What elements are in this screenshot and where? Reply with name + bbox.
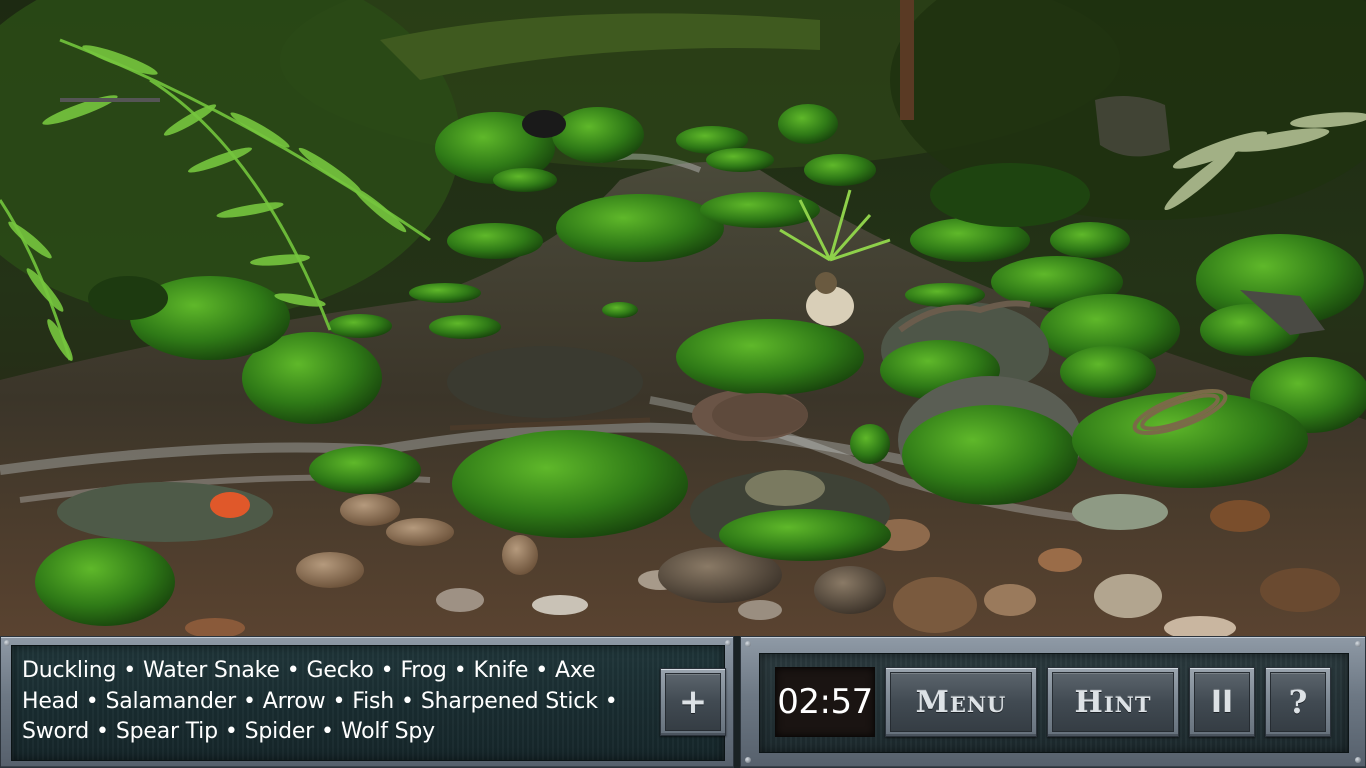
item-separator: • (242, 688, 256, 714)
hint-button[interactable]: Hint (1047, 667, 1179, 737)
item-to-find: Knife (473, 658, 529, 683)
bottom-hud: Duckling • Water Snake • Gecko • Frog • Knife • Ax… (0, 636, 1366, 768)
help-button[interactable]: ? (1265, 667, 1331, 737)
plus-icon: + (665, 673, 721, 731)
item-to-find: Fish (352, 688, 395, 714)
rivet-icon (745, 757, 751, 763)
pause-icon: II (1194, 672, 1250, 732)
item-separator: • (332, 688, 346, 714)
controls-panel: 02:57 Menu Hint II ? (740, 636, 1366, 768)
rivet-icon (4, 640, 10, 646)
item-to-find: Spear Tip (115, 719, 218, 744)
item-separator: • (123, 658, 137, 683)
item-separator: • (286, 658, 300, 683)
item-list-line: Duckling • Water Snake • Gecko • Frog • Knife • Ax… (22, 656, 622, 687)
item-list-line: Sword • Spear Tip • Spider • Wolf Spy (22, 717, 622, 748)
item-to-find: Salamander (105, 688, 237, 714)
item-to-find: Frog (400, 658, 447, 683)
item-separator: • (604, 688, 618, 714)
rivet-icon (725, 640, 731, 646)
item-to-find: Axe (555, 658, 596, 683)
item-list-line: Head • Salamander • Arrow • Fish • Sharpened Sti… (22, 687, 622, 718)
item-separator: • (321, 719, 334, 744)
item-separator: • (453, 658, 467, 683)
item-to-find: Water Snake (143, 658, 280, 683)
menu-label: Menu (890, 672, 1032, 732)
rivet-icon (1355, 641, 1361, 647)
item-to-find: Head (22, 688, 79, 714)
hint-label: Hint (1052, 672, 1174, 732)
item-to-find: Arrow (262, 688, 326, 714)
item-separator: • (535, 658, 549, 683)
question-icon: ? (1270, 672, 1326, 732)
item-to-find: Sharpened Stick (420, 688, 598, 714)
item-to-find: Wolf Spy (340, 719, 435, 744)
rivet-icon (1355, 757, 1361, 763)
item-list-panel: Duckling • Water Snake • Gecko • Frog • Knife • Ax… (0, 636, 734, 768)
item-separator: • (85, 688, 99, 714)
pause-button[interactable]: II (1189, 667, 1255, 737)
menu-button[interactable]: Menu (885, 667, 1037, 737)
timer-display: 02:57 (775, 667, 875, 737)
rivet-icon (745, 641, 751, 647)
item-to-find: Gecko (306, 658, 374, 683)
hidden-object-scene[interactable] (0, 0, 1366, 636)
item-separator: • (96, 719, 109, 744)
item-to-find: Duckling (22, 658, 117, 683)
item-to-find: Sword (22, 719, 90, 744)
item-separator: • (401, 688, 414, 714)
item-list-inner: Duckling • Water Snake • Gecko • Frog • Knife • Ax… (11, 645, 726, 761)
item-separator: • (224, 719, 238, 744)
expand-list-button[interactable]: + (660, 668, 726, 736)
items-to-find-list: Duckling • Water Snake • Gecko • Frog • Knife • Ax… (22, 656, 622, 748)
item-to-find: Spider (244, 719, 315, 744)
item-separator: • (380, 658, 394, 683)
